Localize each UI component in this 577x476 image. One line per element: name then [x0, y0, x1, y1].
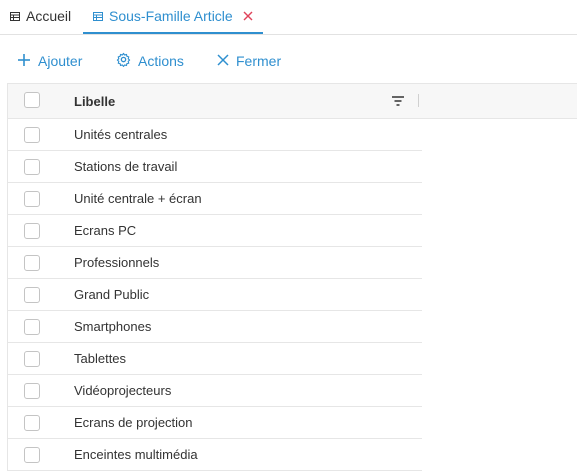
row-checkbox[interactable] — [24, 191, 40, 207]
row-label: Unités centrales — [74, 127, 168, 142]
close-button-label: Fermer — [236, 53, 282, 69]
table-row[interactable]: Stations de travail — [7, 151, 422, 183]
data-grid: Libelle Unités centrales Stations de tra… — [7, 83, 577, 471]
row-check-cell — [24, 255, 40, 276]
row-checkbox[interactable] — [24, 159, 40, 175]
add-button-label: Ajouter — [38, 53, 83, 69]
row-checkbox[interactable] — [24, 319, 40, 335]
tab-sous-famille-article[interactable]: Sous-Famille Article — [83, 0, 263, 34]
table-row[interactable]: Tablettes — [7, 343, 422, 375]
row-check-cell — [24, 351, 40, 372]
filter-icon[interactable] — [391, 94, 405, 112]
row-checkbox[interactable] — [24, 287, 40, 303]
close-icon[interactable] — [243, 9, 253, 23]
table-row[interactable]: Ecrans de projection — [7, 407, 422, 439]
row-check-cell — [24, 383, 40, 404]
tab-accueil-label: Accueil — [26, 8, 72, 24]
row-checkbox[interactable] — [24, 447, 40, 463]
toolbar: Ajouter Actions Fermer — [0, 44, 577, 78]
row-label: Tablettes — [74, 351, 127, 366]
select-all-checkbox[interactable] — [24, 92, 40, 108]
row-checkbox[interactable] — [24, 127, 40, 143]
tab-sous-famille-article-label: Sous-Famille Article — [109, 8, 233, 24]
row-checkbox[interactable] — [24, 255, 40, 271]
actions-button[interactable]: Actions — [116, 52, 184, 70]
table-row[interactable]: Grand Public — [7, 279, 422, 311]
add-button[interactable]: Ajouter — [17, 52, 82, 70]
row-label: Grand Public — [74, 287, 150, 302]
table-row[interactable]: Enceintes multimédia — [7, 439, 422, 471]
close-button[interactable]: Fermer — [217, 52, 281, 70]
table-row[interactable]: Professionnels — [7, 247, 422, 279]
table-row[interactable]: Vidéoprojecteurs — [7, 375, 422, 407]
row-checkbox[interactable] — [24, 415, 40, 431]
tab-accueil[interactable]: Accueil — [10, 0, 71, 32]
row-checkbox[interactable] — [24, 351, 40, 367]
gear-icon — [116, 52, 131, 70]
row-check-cell — [24, 159, 40, 180]
row-checkbox[interactable] — [24, 223, 40, 239]
plus-icon — [17, 53, 31, 70]
tab-bar: Accueil Sous-Famille Article — [0, 0, 577, 35]
row-check-cell — [24, 127, 40, 148]
table-row[interactable]: Unités centrales — [7, 119, 422, 151]
table-row[interactable]: Smartphones — [7, 311, 422, 343]
row-label: Vidéoprojecteurs — [74, 383, 172, 398]
row-check-cell — [24, 319, 40, 340]
row-label: Stations de travail — [74, 159, 178, 174]
row-check-cell — [24, 191, 40, 212]
column-resize-handle[interactable] — [418, 94, 419, 107]
row-check-cell — [24, 415, 40, 436]
column-header-libelle[interactable]: Libelle — [74, 94, 115, 109]
table-row[interactable]: Unité centrale + écran — [7, 183, 422, 215]
grid-header: Libelle — [7, 83, 577, 119]
row-label: Smartphones — [74, 319, 152, 334]
actions-button-label: Actions — [138, 53, 184, 69]
select-all-cell — [24, 92, 40, 113]
row-label: Enceintes multimédia — [74, 447, 198, 462]
row-checkbox[interactable] — [24, 383, 40, 399]
list-icon — [10, 11, 20, 21]
grid-body: Unités centrales Stations de travail Uni… — [7, 119, 577, 471]
row-label: Unité centrale + écran — [74, 191, 202, 206]
row-check-cell — [24, 447, 40, 468]
row-label: Ecrans de projection — [74, 415, 193, 430]
close-icon — [217, 53, 229, 69]
table-row[interactable]: Ecrans PC — [7, 215, 422, 247]
row-check-cell — [24, 223, 40, 244]
row-label: Ecrans PC — [74, 223, 137, 238]
row-check-cell — [24, 287, 40, 308]
list-icon — [93, 11, 103, 21]
row-label: Professionnels — [74, 255, 160, 270]
